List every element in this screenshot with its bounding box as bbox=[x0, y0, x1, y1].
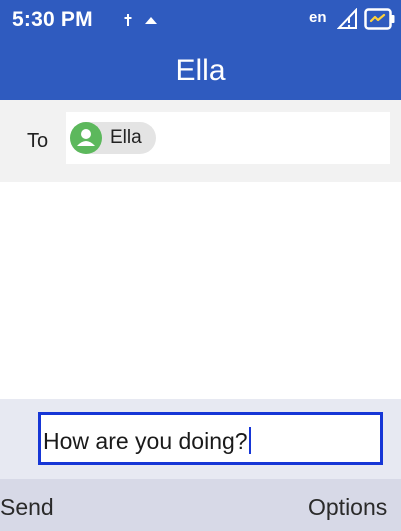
recipient-chip-label: Ella bbox=[110, 127, 142, 148]
send-softkey[interactable]: Send bbox=[0, 494, 54, 521]
language-indicator: en bbox=[309, 9, 327, 26]
status-bar: 5:30 PM en bbox=[0, 0, 401, 37]
text-cursor bbox=[248, 427, 251, 454]
softkey-bar: Send Options bbox=[0, 479, 401, 531]
conversation-title: Ella bbox=[175, 54, 226, 87]
recipient-chip[interactable]: Ella bbox=[70, 122, 156, 154]
signal-icon bbox=[124, 14, 132, 26]
recipient-field[interactable]: Ella bbox=[66, 112, 390, 164]
message-text: How are you doing? bbox=[43, 428, 248, 454]
message-input[interactable]: How are you doing? bbox=[38, 412, 383, 465]
avatar bbox=[70, 122, 102, 154]
no-signal-icon bbox=[337, 8, 357, 29]
person-icon bbox=[77, 129, 95, 146]
to-label: To bbox=[27, 130, 49, 152]
notification-icon bbox=[145, 17, 157, 24]
battery-charging-icon bbox=[364, 8, 395, 30]
message-input-text: How are you doing? bbox=[43, 427, 251, 455]
options-softkey[interactable]: Options bbox=[308, 494, 401, 521]
compose-area: How are you doing? bbox=[0, 399, 401, 479]
recipient-row: To Ella bbox=[0, 100, 401, 182]
status-time: 5:30 PM bbox=[12, 8, 93, 31]
app-bar: Ella bbox=[0, 37, 401, 100]
